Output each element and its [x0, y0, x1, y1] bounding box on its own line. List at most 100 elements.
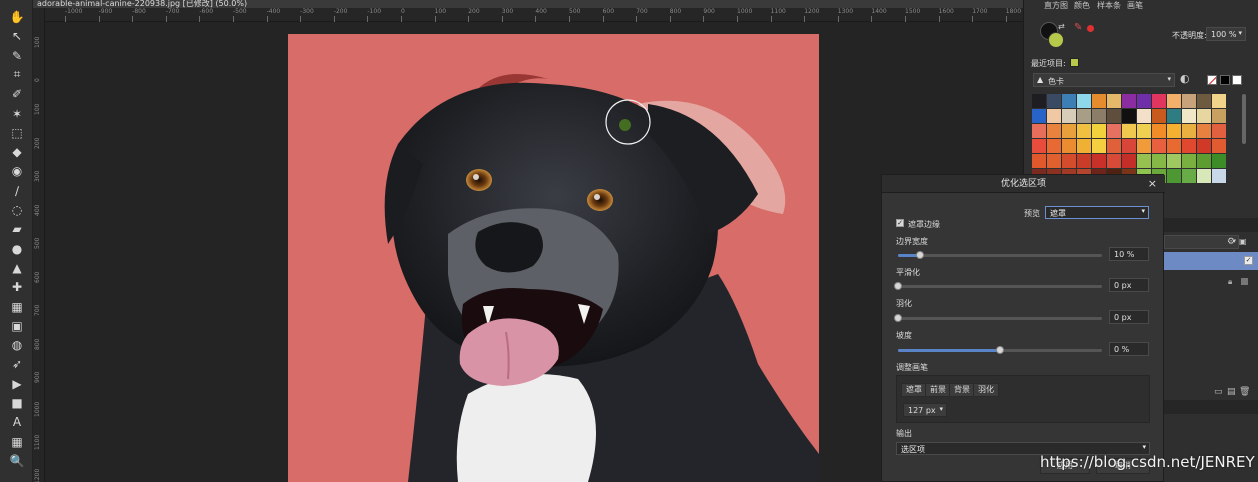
color-swatch[interactable]	[1152, 154, 1166, 168]
layer-row-selected[interactable]: ✓	[1164, 252, 1258, 270]
border-width-field[interactable]: 10 %	[1109, 247, 1149, 261]
patch-tool-icon[interactable]: ▣	[7, 317, 27, 335]
color-swatch[interactable]	[1212, 109, 1226, 123]
color-swatch[interactable]	[1167, 154, 1181, 168]
color-swatch[interactable]	[1047, 124, 1061, 138]
color-swatch[interactable]	[1212, 139, 1226, 153]
flood-select-tool-icon[interactable]: ✶	[7, 105, 27, 123]
text-tool-icon[interactable]: A	[7, 413, 27, 431]
color-swatch[interactable]	[1092, 139, 1106, 153]
color-swatch[interactable]	[1182, 124, 1196, 138]
color-swatch[interactable]	[1137, 154, 1151, 168]
document-tab[interactable]: adorable-animal-canine-220938.jpg [已修改] …	[33, 0, 1023, 8]
color-swatch[interactable]	[1092, 154, 1106, 168]
color-swatch[interactable]	[1032, 154, 1046, 168]
color-swatch[interactable]	[1197, 169, 1211, 183]
erase-tool-icon[interactable]: ▰	[7, 220, 27, 238]
color-swatch[interactable]	[1062, 94, 1076, 108]
color-swatch[interactable]	[1197, 124, 1211, 138]
brush-feather-button[interactable]: 羽化	[973, 383, 999, 397]
color-swatch[interactable]	[1077, 154, 1091, 168]
color-swatch[interactable]	[1062, 124, 1076, 138]
color-swatch[interactable]	[1092, 94, 1106, 108]
color-swatch[interactable]	[1062, 139, 1076, 153]
slider-handle[interactable]	[916, 251, 925, 259]
color-swatch[interactable]	[1182, 139, 1196, 153]
crop-tool-icon[interactable]: ⌗	[7, 66, 27, 84]
color-swatch[interactable]	[1047, 154, 1061, 168]
color-swatch[interactable]	[1032, 124, 1046, 138]
feather-field[interactable]: 0 px	[1109, 310, 1149, 324]
smudge-tool-icon[interactable]: ➶	[7, 355, 27, 373]
color-swatch[interactable]	[1092, 124, 1106, 138]
color-swatch[interactable]	[1107, 154, 1121, 168]
layer-visibility-checkbox[interactable]: ✓	[1244, 256, 1253, 265]
palette-settings-icon[interactable]: ◐	[1180, 72, 1190, 85]
color-swatch[interactable]	[1167, 169, 1181, 183]
layer-lock-icon[interactable]: 🔒︎	[1228, 277, 1232, 287]
color-swatch[interactable]	[1122, 94, 1136, 108]
color-swatch[interactable]	[1212, 94, 1226, 108]
border-width-slider[interactable]	[898, 251, 1102, 259]
color-swatch[interactable]	[1212, 169, 1226, 183]
brush-background-button[interactable]: 背景	[949, 383, 975, 397]
pixel-tool-icon[interactable]: ◌	[7, 201, 27, 219]
smoothness-field[interactable]: 0 px	[1109, 278, 1149, 292]
color-swatch[interactable]	[1047, 139, 1061, 153]
color-swatch[interactable]	[1122, 139, 1136, 153]
color-swatch[interactable]	[1062, 154, 1076, 168]
canvas-area[interactable]	[45, 22, 1023, 482]
mask-edge-checkbox[interactable]: ✓	[896, 219, 904, 227]
table-tool-icon[interactable]: ▦	[7, 433, 27, 451]
move-tool-icon[interactable]: ↖	[7, 27, 27, 45]
ramp-slider[interactable]	[898, 346, 1102, 354]
new-folder-icon[interactable]: ▭	[1214, 387, 1223, 397]
color-swatch[interactable]	[1032, 139, 1046, 153]
feather-slider[interactable]	[894, 314, 1102, 322]
color-swatch[interactable]	[1167, 94, 1181, 108]
add-layer-icon[interactable]: ▤	[1227, 387, 1236, 397]
horizontal-ruler[interactable]: -1000 -900 -800 -700 -600 -500 -400 -300 -200 -10…	[45, 8, 1088, 22]
color-swatch[interactable]	[1107, 139, 1121, 153]
clone-tool-icon[interactable]: ▲	[7, 259, 27, 277]
color-swatch[interactable]	[1182, 94, 1196, 108]
color-swatch[interactable]	[1212, 124, 1226, 138]
gradient-tool-icon[interactable]: ◉	[7, 162, 27, 180]
color-swatch[interactable]	[1197, 154, 1211, 168]
rectangle-tool-icon[interactable]: ■	[7, 394, 27, 412]
color-swatch[interactable]	[1137, 109, 1151, 123]
color-swatch[interactable]	[1107, 124, 1121, 138]
eyedropper-icon[interactable]: ✎	[1074, 22, 1082, 33]
color-swatch[interactable]	[1092, 109, 1106, 123]
color-swatch[interactable]	[1047, 94, 1061, 108]
color-picker-tool-icon[interactable]: ✎	[7, 47, 27, 65]
color-swatch[interactable]	[1197, 139, 1211, 153]
opacity-field[interactable]: 100 % ▾	[1206, 27, 1246, 41]
color-swatch[interactable]	[1107, 94, 1121, 108]
color-swatch[interactable]	[1077, 94, 1091, 108]
brush-foreground-button[interactable]: 前景	[925, 383, 951, 397]
panel-scrollbar[interactable]	[1242, 94, 1246, 144]
ramp-field[interactable]: 0 %	[1109, 342, 1149, 356]
color-swatch[interactable]	[1137, 94, 1151, 108]
tab-brushes[interactable]: 画笔	[1127, 0, 1143, 11]
dog-photo[interactable]	[288, 34, 819, 482]
marquee-tool-icon[interactable]: ⬚	[7, 124, 27, 142]
secondary-color-well[interactable]	[1048, 32, 1064, 48]
delete-layer-icon[interactable]: 🗑︎	[1239, 387, 1250, 397]
slider-handle[interactable]	[996, 346, 1004, 354]
color-swatch[interactable]	[1107, 109, 1121, 123]
color-swatch[interactable]	[1122, 124, 1136, 138]
color-swatch[interactable]	[1167, 139, 1181, 153]
healing-tool-icon[interactable]: ✚	[7, 278, 27, 296]
color-swatch[interactable]	[1077, 109, 1091, 123]
color-swatch[interactable]	[1137, 139, 1151, 153]
mesh-warp-tool-icon[interactable]: ▦	[7, 298, 27, 316]
preview-dropdown[interactable]: 遮罩 ▾	[1045, 206, 1149, 219]
color-swatch[interactable]	[1152, 124, 1166, 138]
swap-colors-icon[interactable]: ⇄	[1058, 22, 1065, 31]
no-color-swatch[interactable]	[1207, 75, 1217, 85]
color-swatch[interactable]	[1182, 169, 1196, 183]
color-swatch[interactable]	[1182, 154, 1196, 168]
color-swatch[interactable]	[1137, 124, 1151, 138]
